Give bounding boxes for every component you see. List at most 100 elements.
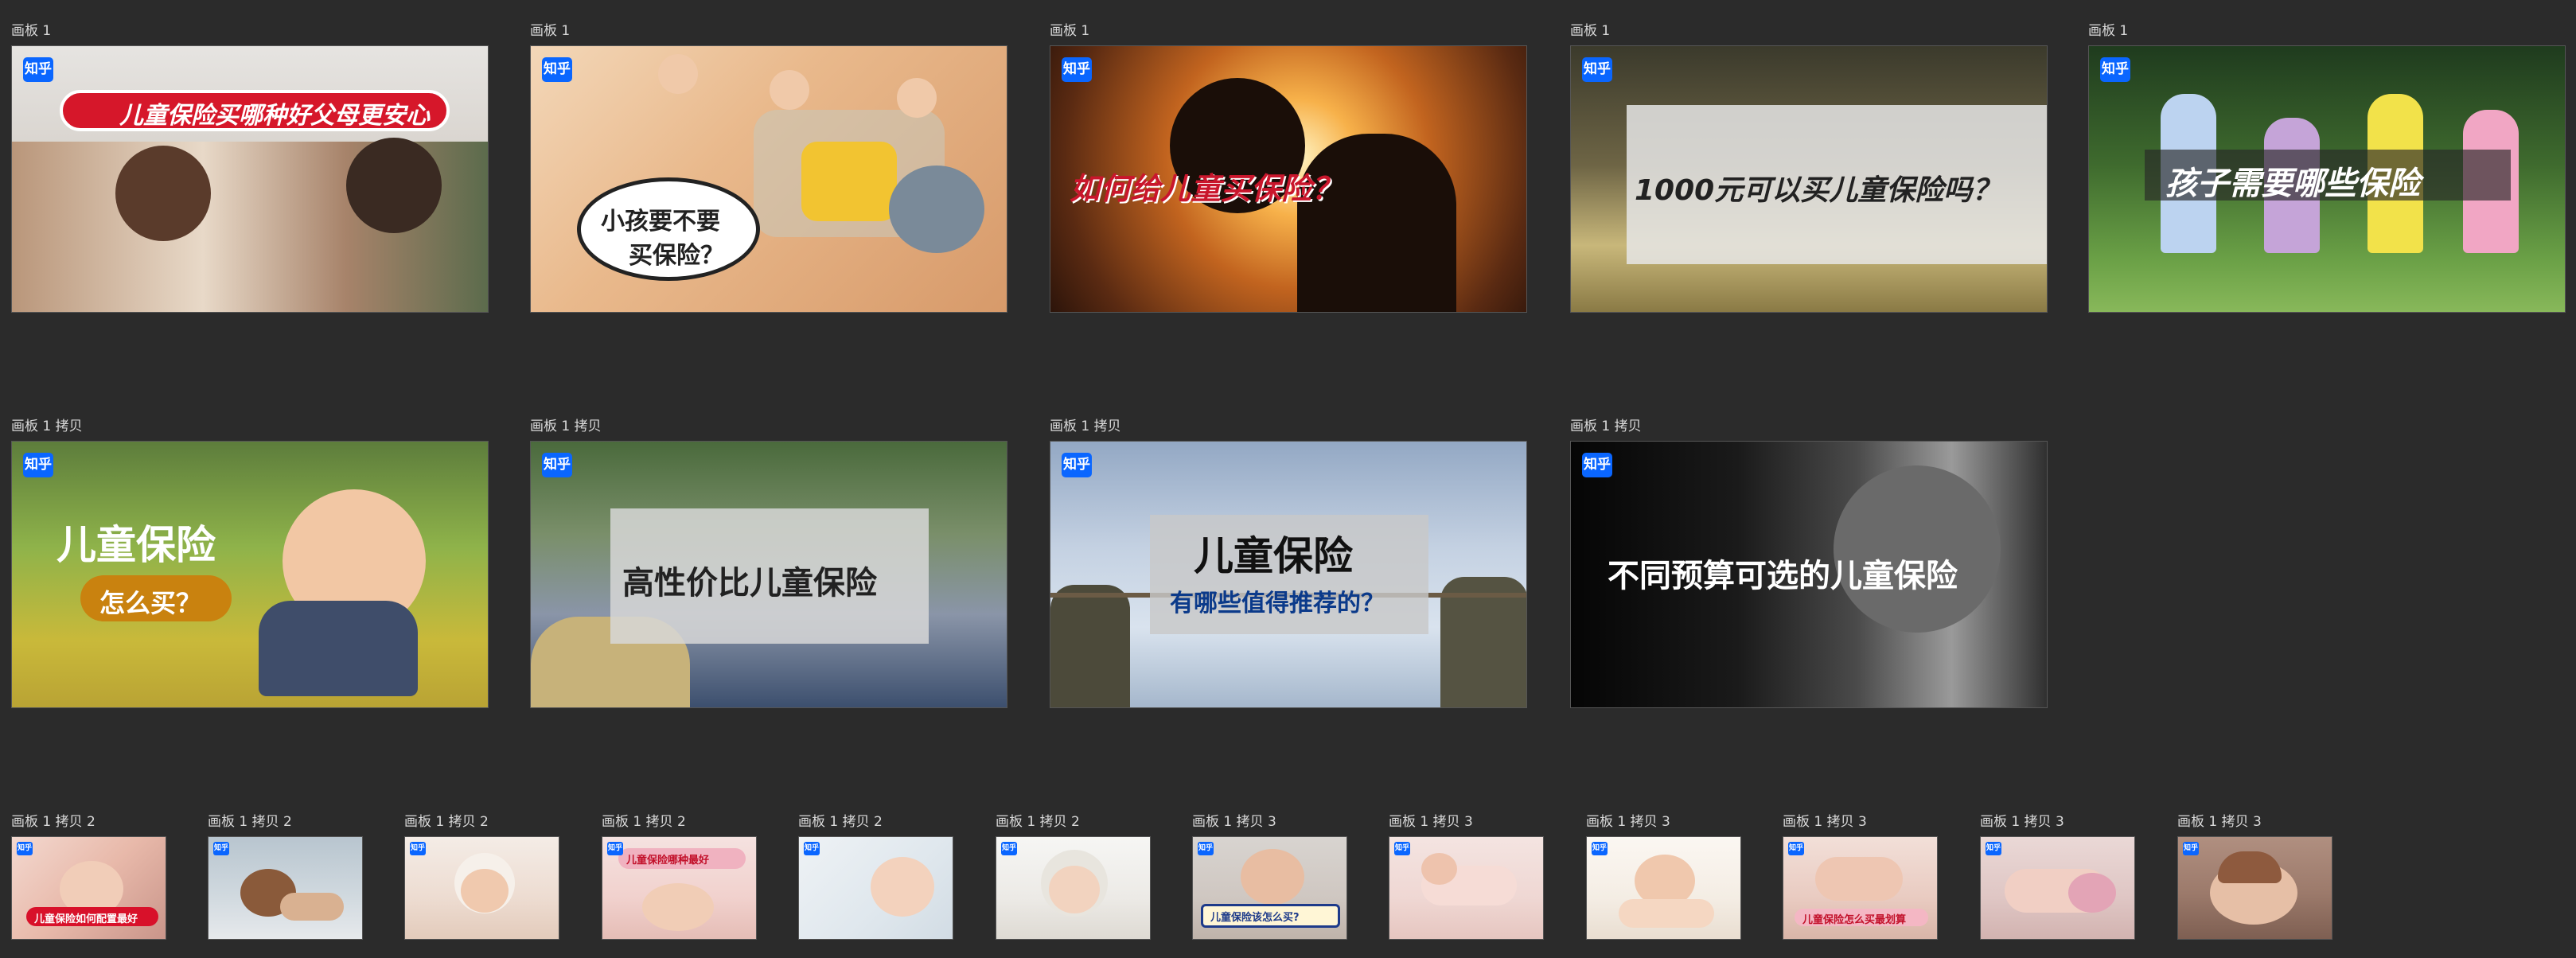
zhihu-logo: 知乎 — [804, 842, 820, 855]
zhihu-logo: 知乎 — [1394, 842, 1410, 855]
cover-title-line1: 小孩要不要 — [601, 208, 720, 236]
cover-caption: 儿童保险该怎么买? — [1210, 912, 1300, 924]
artboard-copy-2[interactable]: 画板 1 拷贝 高性价比儿童保险 知乎 — [530, 419, 1007, 708]
cover-title-line1: 儿童保险 — [57, 522, 216, 568]
artboard-3[interactable]: 画板 1 如何给儿童买保险？ 知乎 — [1050, 23, 1527, 313]
artboard-thumbnail: 知乎 — [1980, 836, 2135, 940]
cover-title: 如何给儿童买保险？ — [1070, 171, 1343, 206]
artboard-thumbnail: 知乎 — [208, 836, 363, 940]
artboard-label: 画板 1 — [1570, 23, 1611, 39]
small-artboard-9[interactable]: 画板 1 拷贝 3 知乎 — [1586, 814, 1741, 940]
zhihu-logo: 知乎 — [1986, 842, 2001, 855]
cover-title: 高性价比儿童保险 — [622, 565, 877, 602]
artboard-thumbnail: 知乎 — [1389, 836, 1544, 940]
cover-title-line2: 买保险？ — [629, 242, 724, 270]
zhihu-logo: 知乎 — [1062, 57, 1092, 82]
zhihu-logo: 知乎 — [1001, 842, 1017, 855]
cover-caption: 儿童保险怎么买最划算 — [1802, 914, 1907, 926]
small-artboard-3[interactable]: 画板 1 拷贝 2 知乎 — [404, 814, 559, 940]
zhihu-logo: 知乎 — [23, 57, 53, 82]
small-artboard-11[interactable]: 画板 1 拷贝 3 知乎 — [1980, 814, 2135, 940]
cover-title-line1: 儿童保险 — [1194, 533, 1353, 579]
cover-caption: 儿童保险如何配置最好 — [34, 913, 138, 925]
artboard-label: 画板 1 拷贝 2 — [602, 814, 686, 830]
zhihu-logo: 知乎 — [2183, 842, 2199, 855]
small-artboard-4[interactable]: 画板 1 拷贝 2 儿童保险哪种最好 知乎 — [602, 814, 757, 940]
artboard-thumbnail: 不同预算可选的儿童保险 知乎 — [1570, 441, 2048, 708]
artboard-label: 画板 1 拷贝 — [1050, 419, 1121, 434]
artboard-thumbnail: 知乎 — [996, 836, 1151, 940]
zhihu-logo: 知乎 — [213, 842, 229, 855]
cover-title-line2: 怎么买？ — [99, 588, 202, 618]
artboard-copy-1[interactable]: 画板 1 拷贝 儿童保险 怎么买？ 知乎 — [11, 419, 489, 708]
artboard-label: 画板 1 拷贝 3 — [1192, 814, 1276, 830]
artboard-label: 画板 1 拷贝 2 — [11, 814, 95, 830]
artboard-label: 画板 1 拷贝 3 — [1389, 814, 1473, 830]
artboard-thumbnail: 如何给儿童买保险？ 知乎 — [1050, 45, 1527, 313]
small-artboard-1[interactable]: 画板 1 拷贝 2 儿童保险如何配置最好 知乎 — [11, 814, 166, 940]
artboard-label: 画板 1 拷贝 3 — [1586, 814, 1670, 830]
small-artboard-2[interactable]: 画板 1 拷贝 2 知乎 — [208, 814, 363, 940]
cover-caption: 儿童保险哪种最好 — [626, 855, 710, 866]
artboard-copy-4[interactable]: 画板 1 拷贝 不同预算可选的儿童保险 知乎 — [1570, 419, 2048, 708]
zhihu-logo: 知乎 — [1592, 842, 1608, 855]
zhihu-logo: 知乎 — [17, 842, 33, 855]
artboard-thumbnail: 儿童保险如何配置最好 知乎 — [11, 836, 166, 940]
artboard-1[interactable]: 画板 1 儿童保险买哪种好父母更安心 知乎 — [11, 23, 489, 313]
artboard-thumbnail: 知乎 — [2177, 836, 2332, 940]
artboard-label: 画板 1 拷贝 2 — [798, 814, 883, 830]
artboard-label: 画板 1 拷贝 3 — [1980, 814, 2064, 830]
artboard-thumbnail: 孩子需要哪些保险 知乎 — [2088, 45, 2566, 313]
artboard-label: 画板 1 拷贝 3 — [1783, 814, 1867, 830]
artboard-label: 画板 1 拷贝 — [1570, 419, 1642, 434]
zhihu-logo: 知乎 — [1198, 842, 1214, 855]
artboard-label: 画板 1 — [1050, 23, 1090, 39]
zhihu-logo: 知乎 — [607, 842, 623, 855]
small-artboard-10[interactable]: 画板 1 拷贝 3 儿童保险怎么买最划算 知乎 — [1783, 814, 1938, 940]
artboard-thumbnail: 高性价比儿童保险 知乎 — [530, 441, 1007, 708]
artboard-thumbnail: 儿童保险怎么买最划算 知乎 — [1783, 836, 1938, 940]
zhihu-logo: 知乎 — [1582, 453, 1612, 477]
artboard-label: 画板 1 拷贝 — [11, 419, 83, 434]
artboard-4[interactable]: 画板 1 1000元可以买儿童保险吗？ 知乎 — [1570, 23, 2048, 313]
artboard-thumbnail: 知乎 — [1586, 836, 1741, 940]
cover-title-line2: 有哪些值得推荐的？ — [1170, 590, 1385, 617]
small-artboard-7[interactable]: 画板 1 拷贝 3 儿童保险该怎么买? 知乎 — [1192, 814, 1347, 940]
cover-title: 不同预算可选的儿童保险 — [1608, 558, 1958, 594]
zhihu-logo: 知乎 — [542, 453, 572, 477]
artboard-thumbnail: 知乎 — [798, 836, 953, 940]
cover-title: 1000元可以买儿童保险吗？ — [1635, 174, 2001, 207]
artboard-label: 画板 1 拷贝 3 — [2177, 814, 2262, 830]
artboard-thumbnail: 儿童保险哪种最好 知乎 — [602, 836, 757, 940]
artboard-label: 画板 1 拷贝 2 — [208, 814, 292, 830]
artboard-label: 画板 1 — [2088, 23, 2129, 39]
small-artboard-12[interactable]: 画板 1 拷贝 3 知乎 — [2177, 814, 2332, 940]
artboard-thumbnail: 小孩要不要 买保险？ 知乎 — [530, 45, 1007, 313]
artboard-thumbnail: 儿童保险买哪种好父母更安心 知乎 — [11, 45, 489, 313]
artboard-label: 画板 1 — [11, 23, 52, 39]
artboard-thumbnail: 儿童保险该怎么买? 知乎 — [1192, 836, 1347, 940]
artboard-thumbnail: 儿童保险 怎么买？ 知乎 — [11, 441, 489, 708]
zhihu-logo: 知乎 — [410, 842, 426, 855]
cover-title: 儿童保险买哪种好父母更安心 — [119, 102, 430, 130]
zhihu-logo: 知乎 — [542, 57, 572, 82]
small-artboard-6[interactable]: 画板 1 拷贝 2 知乎 — [996, 814, 1151, 940]
zhihu-logo: 知乎 — [23, 453, 53, 477]
artboard-copy-3[interactable]: 画板 1 拷贝 儿童保险 有哪些值得推荐的？ 知乎 — [1050, 419, 1527, 708]
zhihu-logo: 知乎 — [1582, 57, 1612, 82]
zhihu-logo: 知乎 — [2100, 57, 2130, 82]
artboard-thumbnail: 知乎 — [404, 836, 559, 940]
cover-title: 孩子需要哪些保险 — [2165, 166, 2420, 202]
small-artboard-8[interactable]: 画板 1 拷贝 3 知乎 — [1389, 814, 1544, 940]
artboard-thumbnail: 儿童保险 有哪些值得推荐的？ 知乎 — [1050, 441, 1527, 708]
artboard-label: 画板 1 拷贝 2 — [404, 814, 489, 830]
artboard-2[interactable]: 画板 1 小孩要不要 买保险？ 知乎 — [530, 23, 1007, 313]
artboard-thumbnail: 1000元可以买儿童保险吗？ 知乎 — [1570, 45, 2048, 313]
small-artboard-5[interactable]: 画板 1 拷贝 2 知乎 — [798, 814, 953, 940]
zhihu-logo: 知乎 — [1062, 453, 1092, 477]
artboard-label: 画板 1 拷贝 — [530, 419, 602, 434]
artboard-label: 画板 1 拷贝 2 — [996, 814, 1080, 830]
zhihu-logo: 知乎 — [1788, 842, 1804, 855]
artboard-label: 画板 1 — [530, 23, 571, 39]
artboard-5[interactable]: 画板 1 孩子需要哪些保险 知乎 — [2088, 23, 2566, 313]
